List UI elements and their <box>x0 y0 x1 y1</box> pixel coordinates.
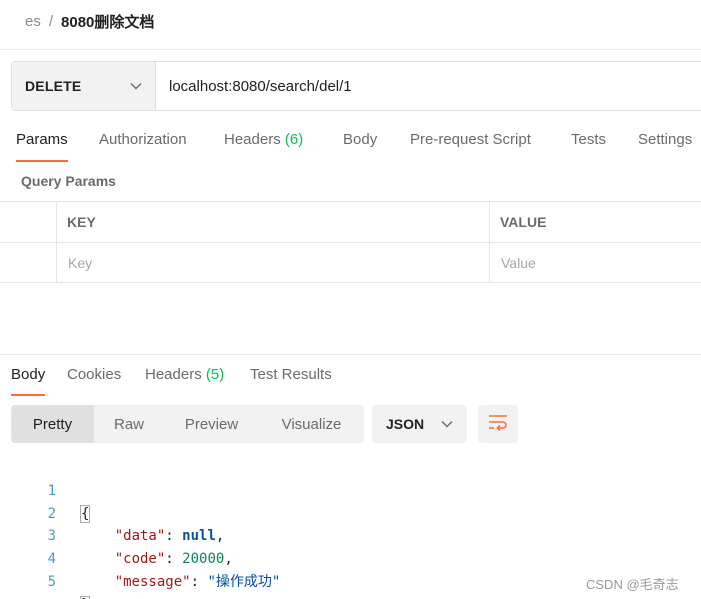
wrap-lines-button[interactable] <box>478 405 518 443</box>
http-method-label: DELETE <box>25 78 82 94</box>
code-line: 3 "code": 20000, <box>0 503 701 567</box>
view-raw-button[interactable]: Raw <box>94 405 164 443</box>
view-visualize-button[interactable]: Visualize <box>259 405 364 443</box>
value-column-header: VALUE <box>500 214 547 230</box>
code-line: 5 } <box>0 548 701 599</box>
chevron-down-icon <box>440 417 454 431</box>
json-value: "操作成功" <box>207 573 281 590</box>
tab-tests-label: Tests <box>571 131 607 148</box>
view-preview-button[interactable]: Preview <box>164 405 259 443</box>
response-headers-count-badge: (5) <box>205 366 225 383</box>
tab-headers[interactable]: Headers (6) <box>224 130 303 162</box>
active-tab-indicator <box>16 160 68 162</box>
code-line: 4 "message": "操作成功" <box>0 525 701 590</box>
response-format-select[interactable]: JSON <box>372 405 467 443</box>
response-pane-divider[interactable] <box>0 354 701 355</box>
headers-count-badge: (6) <box>284 131 304 148</box>
view-pretty-button[interactable]: Pretty <box>11 405 94 443</box>
table-header-row: KEY VALUE <box>0 201 701 242</box>
column-divider <box>56 243 57 282</box>
tab-settings[interactable]: Settings <box>638 130 692 162</box>
breadcrumb-collection-link[interactable]: es <box>25 13 41 30</box>
tab-pre-request-script[interactable]: Pre-request Script <box>410 130 531 162</box>
tab-headers-label: Headers <box>224 131 281 148</box>
code-line: 2 "data": null, <box>0 480 701 545</box>
request-url-bar: DELETE localhost:8080/search/del/1 <box>11 61 701 111</box>
tab-authorization-label: Authorization <box>99 131 187 148</box>
tab-response-body-label: Body <box>11 366 46 383</box>
wrap-lines-icon <box>488 413 508 436</box>
query-params-title: Query Params <box>21 173 116 189</box>
tab-tests[interactable]: Tests <box>571 130 606 162</box>
request-tabs: Params Authorization Headers (6) Body Pr… <box>0 130 701 162</box>
tab-test-results-label: Test Results <box>250 366 332 383</box>
column-divider <box>56 202 57 242</box>
query-params-table: KEY VALUE Key Value <box>0 201 701 283</box>
tab-response-body[interactable]: Body <box>11 366 46 396</box>
request-url-input[interactable]: localhost:8080/search/del/1 <box>156 62 701 110</box>
tab-params-label: Params <box>16 131 68 148</box>
tab-body-label: Body <box>343 131 378 148</box>
http-method-select[interactable]: DELETE <box>12 62 156 110</box>
watermark: CSDN @毛奇志 <box>586 577 679 592</box>
breadcrumb-separator: / <box>48 12 54 30</box>
tab-response-headers-label: Headers <box>145 366 202 383</box>
response-format-label: JSON <box>386 416 425 432</box>
header-divider <box>0 49 701 50</box>
param-key-input[interactable]: Key <box>68 243 92 282</box>
json-key: "message" <box>114 573 191 590</box>
tab-params[interactable]: Params <box>16 130 68 162</box>
tab-body[interactable]: Body <box>343 130 377 162</box>
tab-pre-request-script-label: Pre-request Script <box>410 131 531 148</box>
code-line: 1 { <box>0 457 701 523</box>
active-tab-indicator <box>11 394 46 396</box>
tab-cookies[interactable]: Cookies <box>67 366 121 396</box>
tab-test-results[interactable]: Test Results <box>250 366 332 396</box>
line-number: 5 <box>47 573 56 590</box>
request-name[interactable]: 8080删除文档 <box>61 11 154 32</box>
breadcrumb: es / 8080删除文档 <box>25 10 154 32</box>
response-body-editor[interactable]: 1 { 2 "data": null, 3 "code": 20000, 4 "… <box>0 457 701 599</box>
tab-settings-label: Settings <box>638 131 693 148</box>
tab-response-headers[interactable]: Headers (5) <box>145 366 224 396</box>
view-mode-selector: Pretty Raw Preview Visualize <box>11 405 364 443</box>
column-divider <box>489 243 490 282</box>
param-value-input[interactable]: Value <box>501 243 536 282</box>
json-colon: : <box>190 573 208 590</box>
column-divider <box>489 202 490 242</box>
tab-cookies-label: Cookies <box>67 366 122 383</box>
table-row: Key Value <box>0 242 701 283</box>
chevron-down-icon <box>129 79 143 93</box>
response-tabs: Body Cookies Headers (5) Test Results <box>0 366 701 396</box>
tab-authorization[interactable]: Authorization <box>99 130 187 162</box>
key-column-header: KEY <box>67 214 96 230</box>
